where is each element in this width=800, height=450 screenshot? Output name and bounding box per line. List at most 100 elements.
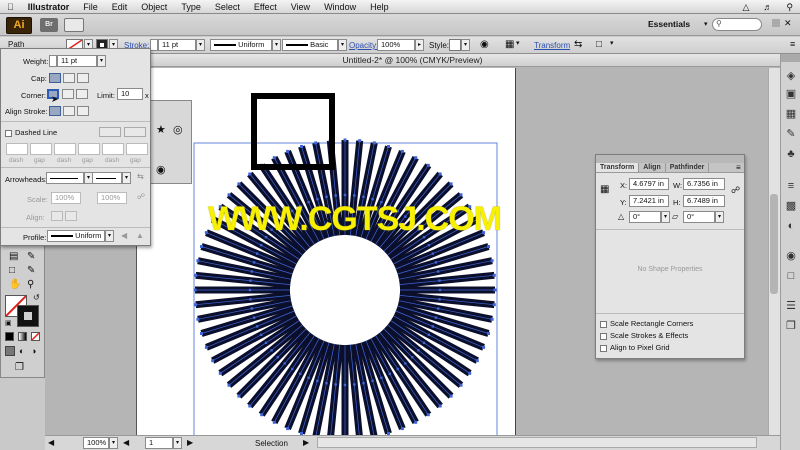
gap-2-input[interactable] [78, 143, 100, 155]
draw-normal-icon[interactable] [5, 346, 15, 356]
shear-dropdown-icon[interactable]: ▾ [715, 211, 724, 223]
graphic-styles-icon[interactable]: □ [783, 268, 799, 284]
end-arrowhead-select[interactable] [92, 172, 122, 184]
round-cap-button[interactable] [63, 73, 75, 83]
align-center-button[interactable] [49, 106, 61, 116]
weight-stepper[interactable] [49, 55, 57, 67]
draw-inside-icon[interactable]: ◑ [31, 346, 36, 356]
none-mode-button[interactable] [31, 332, 40, 341]
screen-mode-icon[interactable]: ❐ [15, 362, 24, 373]
zoom-input[interactable]: 100% [83, 437, 109, 449]
shear-input[interactable]: 0° [683, 211, 715, 223]
zoom-dropdown-icon[interactable]: ▾ [109, 437, 118, 449]
dash-3-input[interactable] [102, 143, 124, 155]
color-guide-icon[interactable]: ▣ [783, 86, 799, 102]
align-pixel-grid-checkbox[interactable]: Align to Pixel Grid [600, 343, 670, 352]
dashed-line-checkbox[interactable]: Dashed Line [5, 128, 57, 137]
start-scale-input[interactable]: 100% [51, 192, 81, 204]
projecting-cap-button[interactable] [77, 73, 89, 83]
flip-across-icon[interactable]: ▲ [136, 231, 144, 240]
symbols-icon[interactable]: ★ [156, 123, 166, 136]
symbol-sprayer-icon[interactable]: ✎ [27, 251, 35, 262]
tab-transform[interactable]: Transform [596, 163, 640, 172]
end-scale-input[interactable]: 100% [97, 192, 127, 204]
gap-3-input[interactable] [126, 143, 148, 155]
gap-1-input[interactable] [30, 143, 52, 155]
profile-select[interactable]: Uniform [47, 230, 105, 242]
next-artboard-icon[interactable]: ▶ [187, 438, 193, 447]
rotate-dropdown-icon[interactable]: ▾ [661, 211, 670, 223]
weight-dropdown-icon[interactable]: ▾ [97, 55, 106, 67]
artboard-tool-icon[interactable]: □ [9, 265, 15, 276]
color-mode-button[interactable] [5, 332, 14, 341]
graphic-styles-icon[interactable]: ◎ [173, 123, 183, 136]
h-input[interactable]: 6.7489 in [683, 195, 725, 207]
swap-colors-icon[interactable]: ↺ [33, 293, 40, 302]
dash-3-label: dash [105, 157, 120, 164]
layers-icon[interactable]: ☰ [783, 298, 799, 314]
artboard-dropdown-icon[interactable]: ▾ [173, 437, 182, 449]
y-input[interactable]: 7.2421 in [629, 195, 669, 207]
panel-menu-icon[interactable]: ≡ [736, 163, 741, 172]
dash-1-input[interactable] [6, 143, 28, 155]
previous-artboard-icon[interactable]: ◀ [123, 438, 129, 447]
slice-tool-icon[interactable]: ✎ [27, 265, 35, 276]
brushes-icon[interactable]: ◉ [156, 163, 166, 176]
anchor-point [387, 145, 390, 148]
status-bar: ◀ 100% ▾ ◀ 1 ▾ ▶ Selection ▶ [45, 435, 780, 450]
gradient-mode-button[interactable] [18, 332, 27, 341]
symbols-icon[interactable]: ♣ [783, 146, 799, 162]
first-artboard-icon[interactable]: ◀ [48, 438, 54, 447]
appearance-icon[interactable]: ◉ [783, 248, 799, 264]
weight-input[interactable]: 11 pt [57, 55, 97, 67]
horizontal-scrollbar[interactable] [317, 437, 757, 448]
graph-tool-icon[interactable]: ▤ [9, 251, 18, 262]
reference-point-icon[interactable]: ▦ [600, 184, 609, 195]
tab-pathfinder[interactable]: Pathfinder [666, 163, 710, 172]
starburst-spokes[interactable] [193, 138, 497, 442]
miter-limit-input[interactable]: 10 [117, 88, 143, 100]
gradient-icon[interactable]: ▩ [783, 198, 799, 214]
hand-tool-icon[interactable]: ✋ [9, 279, 21, 290]
panel-tabs: Transform Align Pathfinder [596, 163, 744, 173]
scale-strokes-checkbox[interactable]: Scale Strokes & Effects [600, 331, 688, 340]
panel-header[interactable] [596, 155, 744, 163]
stroke-color-box[interactable] [17, 305, 39, 327]
scale-corners-checkbox[interactable]: Scale Rectangle Corners [600, 319, 693, 328]
start-arrowhead-select[interactable] [46, 172, 84, 184]
rotate-input[interactable]: 0° [629, 211, 661, 223]
anchor-point [438, 404, 442, 408]
dash-align-button[interactable] [124, 127, 146, 137]
swap-arrowheads-icon[interactable]: ⇆ [137, 172, 144, 181]
artboard-number-input[interactable]: 1 [145, 437, 173, 449]
bevel-join-button[interactable] [76, 89, 88, 99]
artboards-icon[interactable]: ❐ [783, 318, 799, 334]
round-join-button[interactable] [62, 89, 74, 99]
arrow-tip-at-end-button[interactable] [65, 211, 77, 221]
arrow-tip-beyond-button[interactable] [51, 211, 63, 221]
link-scale-icon[interactable]: ☍ [137, 192, 145, 201]
dash-preserve-button[interactable] [99, 127, 121, 137]
zoom-tool-icon[interactable]: ⚲ [27, 279, 34, 290]
align-inside-button[interactable] [63, 106, 75, 116]
transparency-icon[interactable]: ◐ [783, 218, 799, 234]
tab-align[interactable]: Align [639, 163, 666, 172]
profile-dropdown-icon[interactable]: ▾ [105, 230, 114, 242]
constrain-proportions-icon[interactable]: ☍ [731, 185, 740, 196]
anchor-point [249, 298, 252, 301]
align-outside-button[interactable] [77, 106, 89, 116]
brushes-icon[interactable]: ✎ [783, 126, 799, 142]
swatches-icon[interactable]: ▦ [783, 106, 799, 122]
color-panel-icon[interactable]: ◈ [783, 68, 799, 84]
status-menu-icon[interactable]: ▶ [303, 438, 309, 447]
end-arrowhead-dropdown-icon[interactable]: ▾ [122, 172, 131, 184]
draw-behind-icon[interactable]: ◐ [19, 346, 24, 356]
default-colors-icon[interactable]: ▣ [5, 319, 12, 327]
stroke-panel-icon[interactable]: ≡ [783, 178, 799, 194]
x-input[interactable]: 4.6797 in [629, 178, 669, 190]
dash-2-input[interactable] [54, 143, 76, 155]
flip-along-icon[interactable]: ◀ [121, 231, 127, 240]
butt-cap-button[interactable] [49, 73, 61, 83]
w-input[interactable]: 6.7356 in [683, 178, 725, 190]
dock-header[interactable] [781, 54, 800, 62]
